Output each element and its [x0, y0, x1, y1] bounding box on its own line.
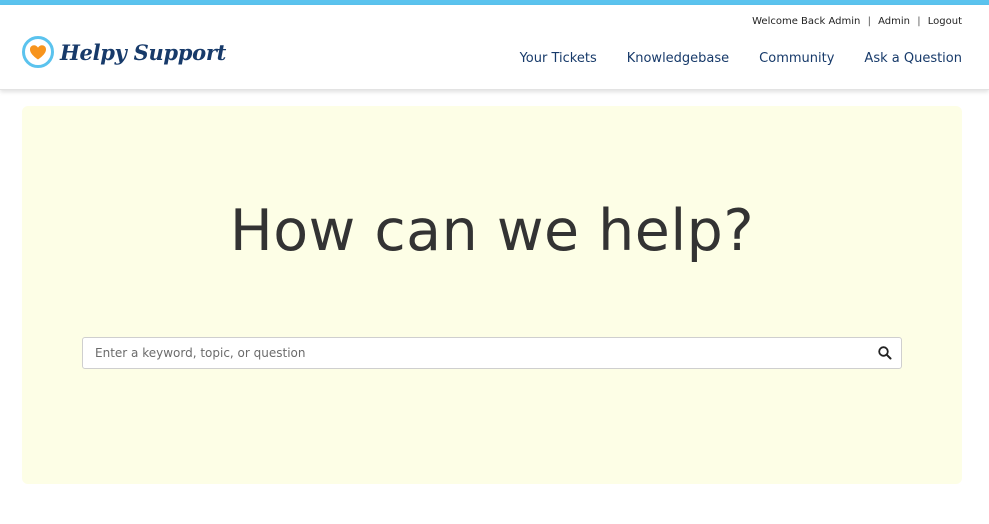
- welcome-text: Welcome Back Admin: [752, 16, 861, 27]
- hero-title: How can we help?: [229, 198, 755, 264]
- search-icon[interactable]: [877, 345, 893, 361]
- brand-name: Helpy Support: [60, 39, 227, 65]
- brand-logo-link[interactable]: Helpy Support: [22, 36, 226, 68]
- logout-link[interactable]: Logout: [928, 16, 962, 27]
- nav-item-knowledgebase[interactable]: Knowledgebase: [627, 51, 729, 66]
- separator: |: [917, 16, 921, 27]
- nav-item-your-tickets[interactable]: Your Tickets: [520, 51, 597, 66]
- heart-icon: [22, 36, 54, 68]
- user-links: Welcome Back Admin | Admin | Logout: [752, 16, 962, 27]
- search-input[interactable]: [83, 338, 875, 368]
- admin-link[interactable]: Admin: [878, 16, 910, 27]
- hero-panel: How can we help?: [22, 106, 962, 484]
- separator: |: [867, 16, 871, 27]
- site-header: Helpy Support Welcome Back Admin | Admin…: [0, 5, 989, 90]
- nav-item-ask-a-question[interactable]: Ask a Question: [864, 51, 962, 66]
- nav-item-community[interactable]: Community: [759, 51, 834, 66]
- main-nav: Your Tickets Knowledgebase Community Ask…: [520, 51, 962, 66]
- search-box: [82, 337, 902, 369]
